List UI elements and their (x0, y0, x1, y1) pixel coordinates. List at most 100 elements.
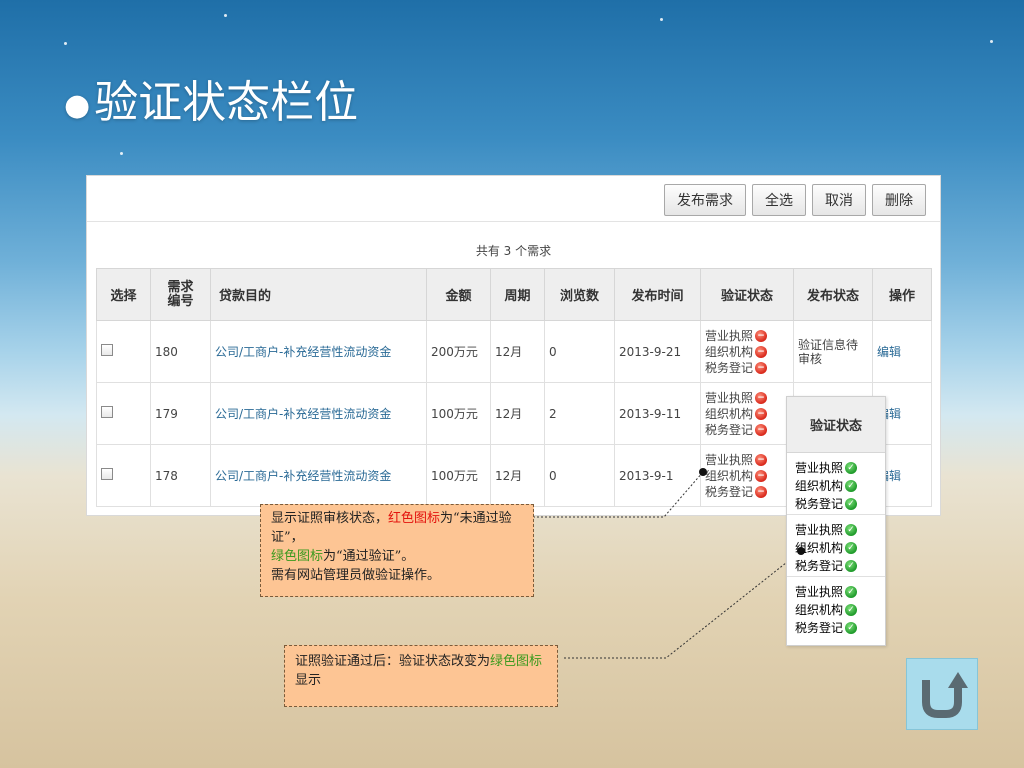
popup-verify-group: 营业执照 ✓ 组织机构 ✓ 税务登记 ✓ (787, 577, 885, 639)
toolbar: 发布需求 全选 取消 删除 (664, 184, 926, 216)
verify-item-label: 税务登记 (705, 422, 754, 437)
verified-status-popup: 验证状态 营业执照 ✓ 组织机构 ✓ 税务登记 ✓ 营业执照 ✓ 组织机构 ✓ 税务登记 ✓… (786, 396, 886, 646)
bullet-icon: ● (64, 88, 91, 123)
callout-red-text: 红色图标 (388, 511, 441, 526)
row-views: 2 (544, 382, 615, 445)
select-all-button[interactable]: 全选 (752, 184, 806, 216)
table-header-row: 选择 需求 编号 贷款目的 金额 周期 浏览数 发布时间 验证状态 发布状态 操… (96, 268, 932, 321)
callout-text: 为“通过验证”。 (323, 549, 415, 564)
delete-button[interactable]: 删除 (872, 184, 926, 216)
minus-circle-icon: − (755, 345, 768, 358)
verify-item-label: 营业执照 (795, 461, 844, 475)
check-circle-icon: ✓ (845, 604, 858, 616)
row-amount: 200万元 (426, 320, 491, 383)
edit-link[interactable]: 编辑 (877, 345, 901, 359)
verify-item: 营业执照 ✓ (795, 521, 879, 539)
row-amount: 100万元 (426, 382, 491, 445)
row-publish-status: 验证信息待审核 (793, 320, 873, 383)
verify-item: 组织机构 ✓ (795, 601, 879, 619)
header-verify-status: 验证状态 (700, 268, 794, 321)
row-views: 0 (544, 320, 615, 383)
verify-item: 税务登记 ✓ (795, 495, 879, 513)
row-select-cell (96, 444, 151, 507)
verify-item: 税务登记 − (705, 360, 789, 376)
verify-item: 组织机构 − (705, 406, 789, 422)
check-circle-icon: ✓ (845, 586, 858, 598)
row-amount: 100万元 (426, 444, 491, 507)
check-circle-icon: ✓ (845, 480, 858, 492)
verify-item-label: 营业执照 (705, 390, 754, 405)
row-views: 0 (544, 444, 615, 507)
verify-item-label: 税务登记 (795, 497, 844, 511)
sparkle (224, 14, 227, 17)
popup-header: 验证状态 (787, 397, 885, 453)
connector-line-2 (564, 550, 802, 659)
demand-count: 共有 3 个需求 (475, 244, 552, 258)
check-circle-icon: ✓ (845, 622, 858, 634)
pointer-dot (797, 547, 805, 555)
verify-item-label: 税务登记 (795, 621, 844, 635)
verify-item: 营业执照 − (705, 328, 789, 344)
minus-circle-icon: − (755, 469, 768, 482)
minus-circle-icon: − (755, 423, 768, 436)
verify-item-label: 营业执照 (795, 523, 844, 537)
callout-green-text: 绿色图标 (271, 549, 324, 564)
cancel-button[interactable]: 取消 (812, 184, 866, 216)
return-button[interactable] (906, 658, 978, 730)
header-select: 选择 (96, 268, 151, 321)
return-arrow-icon (922, 672, 968, 718)
slide-title-text: 验证状态栏位 (94, 77, 359, 128)
verify-item-label: 税务登记 (795, 559, 844, 573)
row-period: 12月 (490, 444, 545, 507)
verify-item: 组织机构 ✓ (795, 539, 879, 557)
popup-verify-group: 营业执照 ✓ 组织机构 ✓ 税务登记 ✓ (787, 515, 885, 577)
row-select-cell (96, 382, 151, 445)
verify-item-label: 组织机构 (705, 406, 754, 421)
sparkle (660, 18, 663, 21)
verify-item-label: 营业执照 (795, 585, 844, 599)
table-row: 180 公司/工商户-补充经营性流动资金 200万元 12月 0 2013-9-… (96, 320, 932, 383)
callout-text: 需有网站管理员做验证操作。 (271, 568, 441, 583)
row-checkbox[interactable] (101, 468, 113, 480)
verify-item: 组织机构 − (705, 344, 789, 360)
pointer-dot (699, 468, 707, 476)
header-period: 周期 (490, 268, 545, 321)
verify-item-label: 组织机构 (795, 479, 844, 493)
row-purpose-cell: 公司/工商户-补充经营性流动资金 (210, 320, 427, 383)
row-verify-status: 营业执照 − 组织机构 − 税务登记 − (700, 444, 794, 507)
verify-item: 税务登记 − (705, 484, 789, 500)
row-checkbox[interactable] (101, 344, 113, 356)
row-purpose-cell: 公司/工商户-补充经营性流动资金 (210, 444, 427, 507)
verified-explanation-callout: 证照验证通过后：验证状态改变为绿色图标显示 (284, 645, 558, 707)
minus-circle-icon: − (755, 485, 768, 498)
verify-item-label: 税务登记 (705, 360, 754, 375)
verify-item: 营业执照 − (705, 390, 789, 406)
purpose-link[interactable]: 公司/工商户-补充经营性流动资金 (215, 407, 391, 421)
purpose-link[interactable]: 公司/工商户-补充经营性流动资金 (215, 345, 391, 359)
minus-circle-icon: − (755, 407, 768, 420)
sparkle (990, 40, 993, 43)
check-circle-icon: ✓ (845, 560, 858, 572)
check-circle-icon: ✓ (845, 498, 858, 510)
row-id: 180 (150, 320, 211, 383)
verify-item-label: 营业执照 (705, 328, 754, 343)
verify-item-label: 组织机构 (705, 344, 754, 359)
row-period: 12月 (490, 382, 545, 445)
check-circle-icon: ✓ (845, 542, 858, 554)
verify-item: 税务登记 − (705, 422, 789, 438)
verify-item: 税务登记 ✓ (795, 557, 879, 575)
verify-item: 组织机构 − (705, 468, 789, 484)
callout-green-text: 绿色图标 (490, 654, 543, 669)
row-verify-status: 营业执照 − 组织机构 − 税务登记 − (700, 382, 794, 445)
row-select-cell (96, 320, 151, 383)
status-explanation-callout: 显示证照审核状态，红色图标为“未通过验证”， 绿色图标为“通过验证”。 需有网站… (260, 504, 534, 597)
row-id: 178 (150, 444, 211, 507)
minus-circle-icon: − (755, 391, 768, 404)
row-checkbox[interactable] (101, 406, 113, 418)
verify-item: 税务登记 ✓ (795, 619, 879, 637)
minus-circle-icon: − (755, 361, 768, 374)
purpose-link[interactable]: 公司/工商户-补充经营性流动资金 (215, 469, 391, 483)
callout-text: 显示证照审核状态， (271, 511, 389, 526)
header-amount: 金额 (426, 268, 491, 321)
publish-demand-button[interactable]: 发布需求 (664, 184, 746, 216)
